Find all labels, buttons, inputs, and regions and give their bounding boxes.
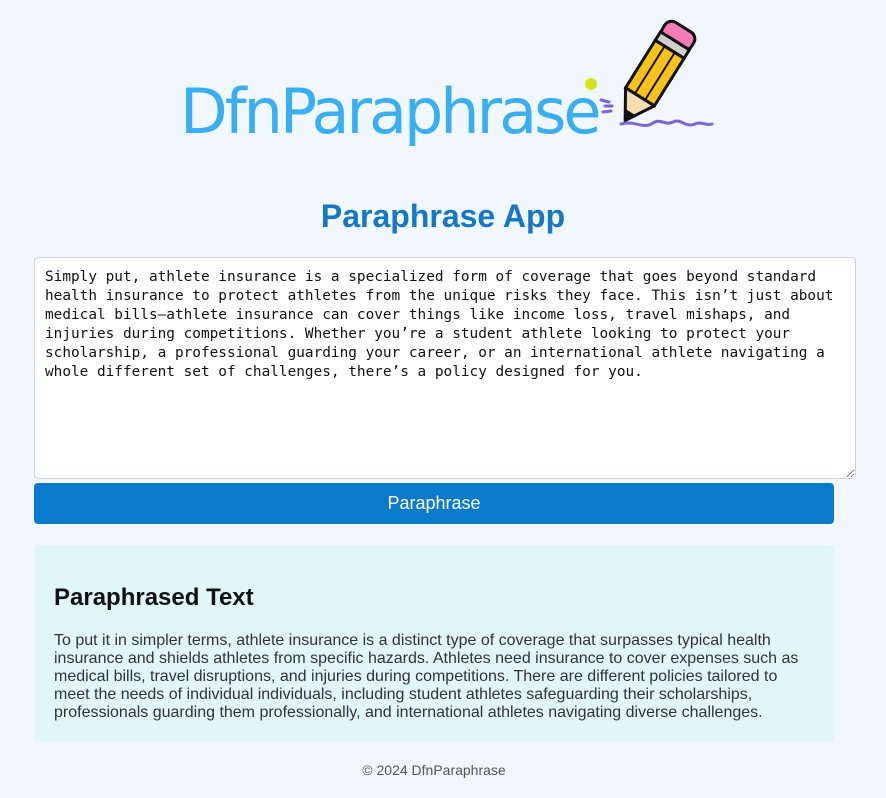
pencil-icon [585, 19, 714, 128]
output-heading: Paraphrased Text [54, 584, 254, 611]
paraphrased-text: To put it in simpler terms, athlete insu… [54, 632, 799, 721]
text-input[interactable]: Simply put, athlete insurance is a speci… [34, 257, 856, 479]
footer-copyright: © 2024 DfnParaphrase [362, 762, 506, 778]
site-logo[interactable]: DfnParaphrase [176, 8, 716, 148]
output-panel: Paraphrased Text To put it in simpler te… [34, 545, 834, 742]
page-title: Paraphrase App [320, 198, 566, 234]
paraphrase-button[interactable]: Paraphrase [34, 483, 834, 524]
logo-wordmark: DfnParaphrase [180, 75, 602, 148]
